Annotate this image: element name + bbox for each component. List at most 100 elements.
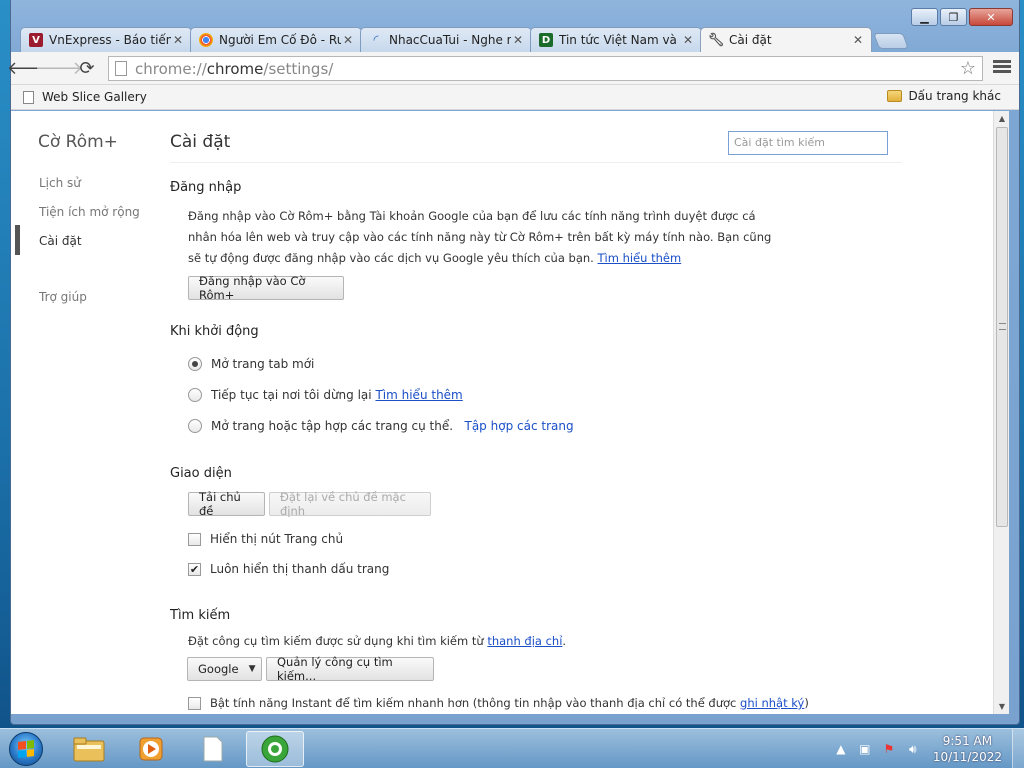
volume-icon[interactable]: 🔊︎: [905, 741, 921, 757]
show-bookmarks-bar-row[interactable]: ✔ Luôn hiển thị thanh dấu trang: [188, 562, 389, 576]
close-tab-icon[interactable]: ✕: [341, 33, 355, 47]
radio-icon[interactable]: [188, 388, 202, 402]
loading-spinner-icon: ◜: [373, 32, 379, 48]
taskbar-explorer[interactable]: [60, 731, 118, 767]
toolbar: 🡐 🡒 ⟳ chrome://chrome/settings/ ☆: [7, 52, 1019, 85]
sidebar-item-settings[interactable]: Cài đặt: [39, 234, 82, 248]
startup-option-new-tab[interactable]: Mở trang tab mới: [188, 357, 314, 371]
page-icon: [115, 61, 127, 76]
url-host: chrome: [206, 59, 264, 78]
taskbar-chrome[interactable]: [246, 731, 304, 767]
menu-button[interactable]: [993, 58, 1011, 76]
checkbox-label: Luôn hiển thị thanh dấu trang: [210, 562, 390, 576]
settings-search-input[interactable]: Cài đặt tìm kiếm: [728, 131, 888, 155]
show-desktop-button[interactable]: [1012, 729, 1024, 768]
option-label: Mở trang hoặc tập hợp các trang cụ thể.: [211, 419, 454, 433]
minimize-button[interactable]: ▁: [911, 8, 938, 26]
checkbox-icon[interactable]: [188, 532, 201, 546]
search-engine-dropdown[interactable]: Google ▼: [187, 657, 262, 681]
close-window-button[interactable]: ✕: [969, 8, 1013, 26]
address-bar[interactable]: chrome://chrome/settings/ ☆: [108, 56, 983, 81]
checkbox-icon[interactable]: [188, 696, 201, 710]
clock-time: 9:51 AM: [942, 734, 993, 748]
radio-selected-icon[interactable]: [188, 357, 202, 371]
settings-page: Cờ Rôm+ Lịch sử Tiện ích mở rộng Cài đặt…: [11, 111, 993, 714]
tab-tin-tuc[interactable]: D Tin tức Việt Nam và quốc tế ✕: [530, 27, 702, 52]
tab-title: Tin tức Việt Nam và quốc tế: [559, 33, 681, 47]
set-pages-link[interactable]: Tập hợp các trang: [465, 419, 574, 433]
signin-description: Đăng nhập vào Cờ Rôm+ bằng Tài khoản Goo…: [188, 206, 788, 269]
startup-option-continue[interactable]: Tiếp tục tại nơi tôi dừng lại Tìm hiểu t…: [188, 388, 463, 402]
close-tab-icon[interactable]: ✕: [511, 33, 525, 47]
startup-option-specific-pages[interactable]: Mở trang hoặc tập hợp các trang cụ thể. …: [188, 419, 574, 433]
close-tab-icon[interactable]: ✕: [681, 33, 695, 47]
url-path: /settings/: [263, 59, 334, 78]
coc-coc-browser-icon: [261, 735, 289, 763]
reset-theme-button[interactable]: Đặt lại về chủ đề mặc định: [269, 490, 431, 518]
bookmark-star-icon[interactable]: ☆: [960, 58, 976, 79]
omnibox-link[interactable]: thanh địa chỉ: [487, 634, 562, 648]
get-themes-button[interactable]: Tải chủ đề: [188, 490, 265, 518]
start-button[interactable]: [4, 729, 48, 768]
tab-settings[interactable]: 🔧︎ Cài đặt ✕: [700, 27, 872, 52]
option-label: Mở trang tab mới: [211, 357, 315, 371]
checkbox-label: Hiển thị nút Trang chủ: [210, 532, 344, 546]
clock[interactable]: 9:51 AM 10/11/2022: [933, 733, 1002, 765]
tab-title: Cài đặt: [729, 33, 772, 47]
sidebar-item-extensions[interactable]: Tiện ích mở rộng: [39, 205, 140, 219]
folder-icon: [73, 737, 105, 762]
bookmark-web-slice-gallery[interactable]: Web Slice Gallery: [11, 90, 153, 104]
forward-button[interactable]: 🡒: [35, 55, 83, 81]
media-player-icon: [139, 737, 163, 761]
section-heading-search: Tìm kiếm: [170, 608, 231, 623]
scroll-up-arrow-icon[interactable]: ▲: [997, 114, 1007, 123]
bookmark-label: Web Slice Gallery: [42, 90, 147, 104]
new-tab-button[interactable]: [873, 33, 909, 49]
sidebar-item-history[interactable]: Lịch sử: [39, 176, 81, 190]
section-heading-appearance: Giao diện: [170, 466, 232, 481]
signin-button[interactable]: Đăng nhập vào Cờ Rôm+: [188, 274, 344, 302]
tab-title: NhacCuaTui - Nghe nhạc: [389, 33, 511, 47]
show-home-button-row[interactable]: Hiển thị nút Trang chủ: [188, 532, 343, 546]
blank-document-icon: [203, 736, 223, 762]
scrollbar-thumb[interactable]: [996, 127, 1008, 527]
taskbar: ▲ ▣ ⚑ 🔊︎ 9:51 AM 10/11/2022: [0, 728, 1024, 768]
signin-text: Đăng nhập vào Cờ Rôm+ bằng Tài khoản Goo…: [188, 209, 772, 265]
manage-search-engines-button[interactable]: Quản lý công cụ tìm kiếm...: [266, 655, 434, 683]
search-engine-value: Google: [198, 662, 239, 676]
tab-vnexpress[interactable]: V VnExpress - Báo tiếng Việt ✕: [20, 27, 192, 52]
show-hidden-icons-icon[interactable]: ▲: [833, 741, 849, 757]
checkbox-checked-icon[interactable]: ✔: [188, 562, 201, 576]
tab-title: VnExpress - Báo tiếng Việt: [49, 33, 171, 47]
tab-nhaccuatui[interactable]: ◜ NhacCuaTui - Nghe nhạc ✕: [360, 27, 532, 52]
checkbox-label: Bật tính năng Instant để tìm kiếm nhanh …: [210, 696, 737, 710]
close-tab-icon[interactable]: ✕: [171, 33, 185, 47]
sidebar-item-help[interactable]: Trợ giúp: [39, 290, 87, 304]
dropdown-arrow-icon: ▼: [248, 664, 256, 674]
reload-button[interactable]: ⟳: [73, 55, 101, 81]
other-bookmarks[interactable]: Dấu trang khác: [887, 89, 1001, 103]
close-tab-icon[interactable]: ✕: [851, 33, 865, 47]
other-bookmarks-label: Dấu trang khác: [908, 89, 1001, 103]
instant-logging-link[interactable]: ghi nhật ký: [740, 696, 804, 710]
startup-learn-more-link[interactable]: Tìm hiểu thêm: [375, 388, 462, 402]
scroll-down-arrow-icon[interactable]: ▼: [997, 702, 1007, 711]
section-heading-startup: Khi khởi động: [170, 324, 259, 339]
instant-search-row[interactable]: Bật tính năng Instant để tìm kiếm nhanh …: [188, 696, 809, 710]
taskbar-notepad[interactable]: [184, 731, 242, 767]
tab-title: Người Em Cố Đô - Rum: [219, 33, 341, 47]
option-label: Tiếp tục tại nơi tôi dừng lại: [211, 388, 372, 402]
radio-icon[interactable]: [188, 419, 202, 433]
signin-learn-more-link[interactable]: Tìm hiểu thêm: [598, 251, 682, 265]
taskbar-media-player[interactable]: [122, 731, 180, 767]
url-scheme: chrome://: [135, 59, 207, 78]
network-icon[interactable]: ▣: [857, 741, 873, 757]
divider: [170, 162, 902, 163]
maximize-button[interactable]: ❐: [940, 8, 967, 26]
wrench-icon: 🔧︎: [707, 32, 725, 48]
vertical-scrollbar[interactable]: ▲ ▼: [993, 111, 1009, 714]
tab-nguoi-em-co-do[interactable]: Người Em Cố Đô - Rum ✕: [190, 27, 362, 52]
windows-logo-icon: [9, 732, 43, 766]
sidebar-brand: Cờ Rôm+: [38, 132, 118, 152]
action-center-flag-icon[interactable]: ⚑: [881, 741, 897, 757]
